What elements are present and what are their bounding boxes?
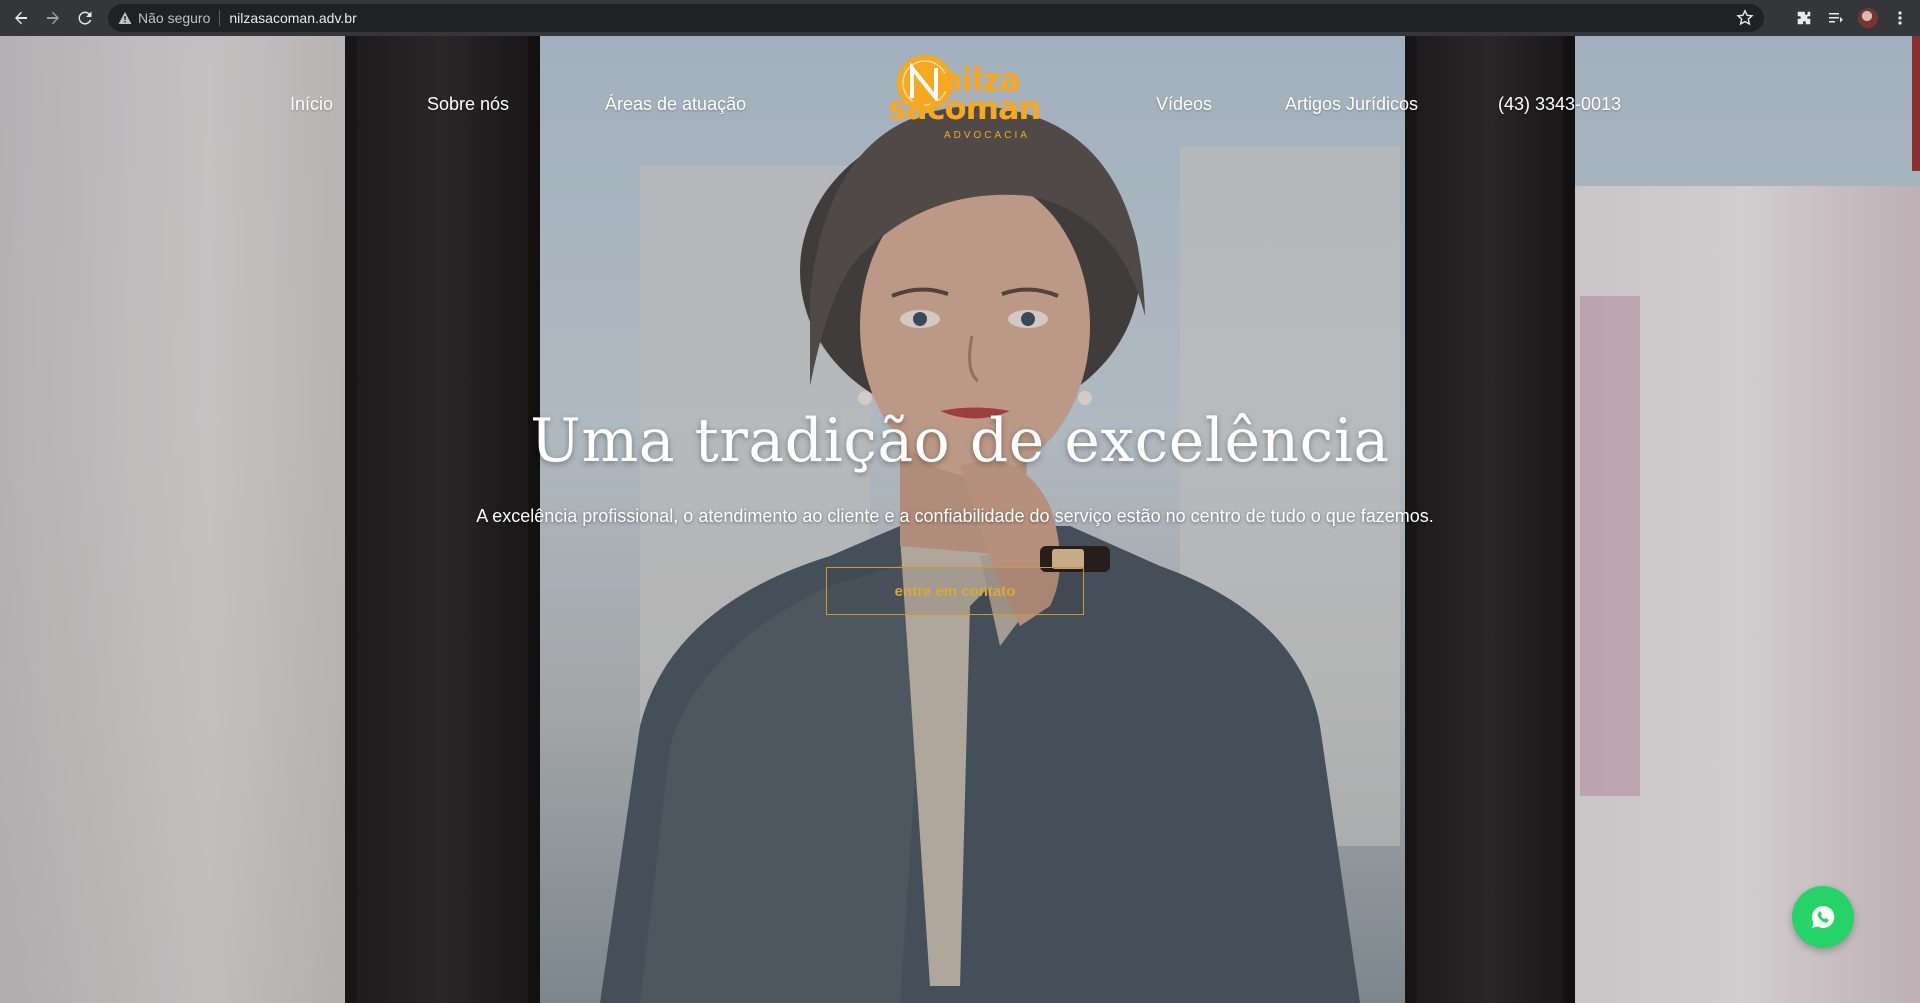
omnibox-separator xyxy=(219,10,221,26)
reload-icon xyxy=(78,11,92,25)
menu-button[interactable] xyxy=(1884,0,1916,36)
browser-toolbar: Não seguro nilzasacoman.adv.br xyxy=(0,0,1920,36)
reading-list-icon xyxy=(1829,13,1843,23)
warning-icon[interactable] xyxy=(118,11,132,25)
hero-headline: Uma tradição de excelência xyxy=(530,406,1390,476)
hero-subtitle: A excelência profissional, o atendimento… xyxy=(476,506,1434,526)
address-bar[interactable]: Não seguro nilzasacoman.adv.br xyxy=(108,4,1764,32)
toolbar-right xyxy=(1788,0,1920,36)
whatsapp-icon xyxy=(1812,905,1835,928)
profile-button[interactable] xyxy=(1852,0,1884,36)
forward-icon xyxy=(47,11,59,25)
nav-item-inicio[interactable]: Início xyxy=(290,84,333,124)
nav-item-phone[interactable]: (43) 3343-0013 xyxy=(1498,84,1621,124)
nav-item-sobre-nos[interactable]: Sobre nós xyxy=(427,84,509,124)
forward-button[interactable] xyxy=(37,0,69,36)
reading-list-button[interactable] xyxy=(1820,0,1852,36)
whatsapp-button[interactable] xyxy=(1792,886,1854,948)
nav-item-artigos-juridicos[interactable]: Artigos Jurídicos xyxy=(1285,84,1418,124)
logo-line2: sacoman xyxy=(888,89,1041,127)
contact-button[interactable]: entre em contato xyxy=(826,567,1084,615)
extensions-icon xyxy=(1797,11,1811,25)
nav-item-videos[interactable]: Vídeos xyxy=(1156,84,1212,124)
logo-line3: ADVOCACIA xyxy=(944,130,1030,141)
profile-avatar xyxy=(1858,8,1878,28)
menu-icon xyxy=(1898,11,1902,25)
reload-button[interactable] xyxy=(69,0,101,36)
hero-section: Início Sobre nós Áreas de atuação Vídeos… xyxy=(0,36,1920,1003)
security-label[interactable]: Não seguro xyxy=(138,10,210,26)
back-icon xyxy=(15,11,27,25)
back-button[interactable] xyxy=(5,0,37,36)
star-icon[interactable] xyxy=(1736,9,1754,32)
site-logo[interactable]: nilza sacoman ADVOCACIA xyxy=(886,50,1041,148)
url-text[interactable]: nilzasacoman.adv.br xyxy=(229,10,356,26)
extensions-button[interactable] xyxy=(1788,0,1820,36)
scrollbar-thumb[interactable] xyxy=(1912,36,1920,171)
nav-item-areas-de-atuacao[interactable]: Áreas de atuação xyxy=(605,84,746,124)
